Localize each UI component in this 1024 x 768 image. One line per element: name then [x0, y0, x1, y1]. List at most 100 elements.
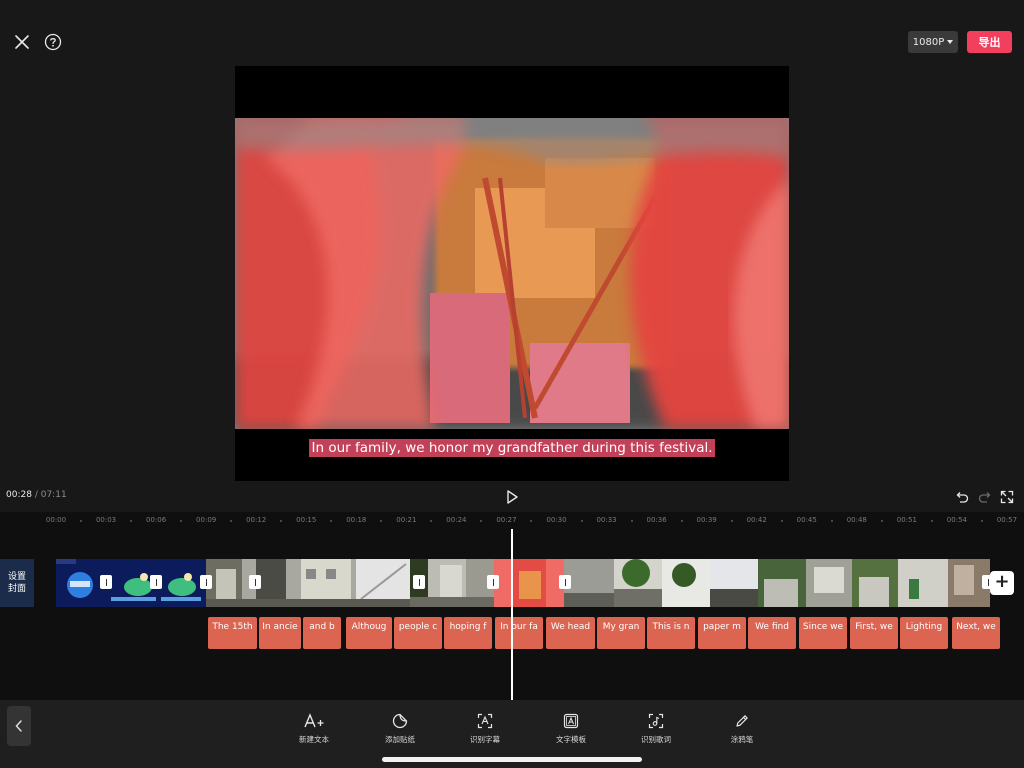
video-clip-bag[interactable] — [494, 559, 564, 607]
subtitle-text: In our family, we honor my grandfather d… — [309, 439, 715, 457]
ruler-tick-label: 00:00 — [45, 516, 67, 524]
ruler-tick-label: 00:09 — [196, 516, 217, 524]
subtitle-clip[interactable]: First, we — [850, 617, 898, 649]
redo-icon — [978, 492, 991, 503]
home-indicator — [382, 757, 642, 762]
ruler-tick-dot — [580, 520, 583, 522]
subtitle-clip[interactable]: This is n — [647, 617, 695, 649]
tool-label: 识别歌词 — [641, 735, 671, 744]
subtitle-clip[interactable]: Lighting — [900, 617, 948, 649]
ruler-tick-label: 00:42 — [746, 516, 767, 524]
play-button[interactable] — [503, 488, 521, 506]
timeline[interactable]: 00:00 00:03 00:06 00:09 00:12 00:15 00:18 00:21… — [0, 512, 1024, 700]
subtitle-overlay[interactable]: In our family, we honor my grandfather d… — [235, 437, 789, 457]
ruler-tick-label: 00:12 — [246, 516, 267, 524]
tool-recognize-subtitles[interactable]: 识别字幕 — [455, 712, 515, 746]
help-icon — [44, 33, 62, 51]
set-cover-button[interactable]: 设置 封面 — [0, 559, 34, 607]
resolution-dropdown[interactable]: 1080P — [908, 31, 958, 53]
time-display: 00:28 / 07:11 — [6, 490, 67, 500]
preview-frame-image — [235, 118, 789, 429]
subtitle-clip[interactable]: In ancie — [259, 617, 301, 649]
ruler-tick-label: 00:15 — [296, 516, 317, 524]
current-time: 00:28 — [6, 490, 32, 500]
subtitle-clip[interactable]: Since we — [799, 617, 847, 649]
ruler-tick-dot — [980, 520, 983, 522]
subtitle-clip-text: In our fa — [500, 622, 538, 632]
ruler-tick-dot — [430, 520, 433, 522]
video-clip-courtyard[interactable] — [564, 559, 990, 607]
tool-add-text[interactable]: 新建文本 — [284, 712, 344, 746]
subtitle-clip[interactable]: We head — [546, 617, 595, 649]
transition-marker[interactable] — [150, 575, 162, 589]
chevron-down-icon — [947, 40, 954, 44]
subtitle-clip-text: My gran — [602, 622, 640, 632]
transition-marker[interactable] — [487, 575, 499, 589]
subtitle-clip-text: Since we — [802, 622, 844, 632]
fullscreen-button[interactable] — [999, 489, 1015, 505]
subtitle-clip-text: hoping f — [449, 622, 487, 632]
tool-recognize-lyrics[interactable]: 识别歌词 — [626, 712, 686, 746]
subtitle-clip-text: The 15th — [212, 622, 253, 632]
subtitle-clip[interactable]: Althoug — [346, 617, 392, 649]
subtitle-clip-text: Next, we — [956, 622, 996, 632]
ruler-tick-label: 00:33 — [596, 516, 617, 524]
ruler-tick-dot — [330, 520, 333, 522]
ruler-tick-dot — [480, 520, 483, 522]
subtitle-clip-text: We head — [550, 622, 591, 632]
transition-marker[interactable] — [413, 575, 425, 589]
transition-marker[interactable] — [249, 575, 261, 589]
subtitle-clip[interactable]: We find — [748, 617, 796, 649]
video-preview[interactable]: In our family, we honor my grandfather d… — [235, 66, 789, 481]
transition-marker[interactable] — [100, 575, 112, 589]
tool-label: 文字模板 — [556, 735, 586, 744]
subtitle-clip[interactable]: hoping f — [444, 617, 492, 649]
subtitle-clip[interactable]: people c — [394, 617, 442, 649]
subtitle-clip-text: First, we — [855, 622, 893, 632]
editor-screen: 1080P 导出 In our family, we honor my gran… — [0, 0, 1024, 768]
subtitle-clip-text: This is n — [652, 622, 690, 632]
ruler-tick-label: 00:36 — [646, 516, 667, 524]
tool-add-sticker[interactable]: 添加贴纸 — [370, 712, 430, 746]
ruler-tick-label: 00:45 — [796, 516, 817, 524]
subtitle-clip-text: Althoug — [351, 622, 387, 632]
close-button[interactable] — [10, 30, 34, 54]
ruler-tick-dot — [80, 520, 83, 522]
add-clip-button[interactable]: + — [990, 571, 1014, 595]
subtitle-clip-text: Lighting — [905, 622, 943, 632]
tool-text-template[interactable]: 文字模板 — [541, 712, 601, 746]
close-icon — [15, 35, 29, 49]
undo-button[interactable] — [954, 489, 970, 505]
redo-button[interactable] — [977, 489, 993, 505]
transition-marker[interactable] — [200, 575, 212, 589]
ruler-tick-label: 00:06 — [146, 516, 167, 524]
back-button[interactable] — [7, 706, 31, 746]
video-clip-street[interactable] — [206, 559, 410, 607]
ruler-tick-dot — [730, 520, 733, 522]
ruler-tick-dot — [880, 520, 883, 522]
transition-marker[interactable] — [559, 575, 571, 589]
ruler-tick-dot — [130, 520, 133, 522]
subtitle-clip[interactable]: Next, we — [952, 617, 1000, 649]
add-text-icon — [284, 712, 344, 730]
ruler-tick-dot — [630, 520, 633, 522]
video-clip-intro[interactable] — [56, 559, 206, 607]
ruler-tick-label: 00:57 — [996, 516, 1018, 524]
ruler-tick-dot — [680, 520, 683, 522]
ruler-tick-label: 00:18 — [346, 516, 367, 524]
ruler-tick-label: 00:24 — [446, 516, 467, 524]
recognize-subtitle-icon — [455, 712, 515, 730]
text-template-icon — [541, 712, 601, 730]
subtitle-clip-text: We find — [755, 622, 789, 632]
ruler-tick-label: 00:51 — [896, 516, 917, 524]
export-button[interactable]: 导出 — [967, 31, 1012, 53]
ruler-tick-dot — [830, 520, 833, 522]
subtitle-clip[interactable]: and b — [303, 617, 341, 649]
playhead[interactable] — [511, 529, 513, 700]
subtitle-clip[interactable]: The 15th — [208, 617, 257, 649]
subtitle-clip[interactable]: My gran — [597, 617, 645, 649]
subtitle-clip[interactable]: paper m — [698, 617, 746, 649]
tool-brush[interactable]: 涂鸦笔 — [712, 712, 772, 746]
subtitle-clip[interactable]: In our fa — [495, 617, 543, 649]
help-button[interactable] — [42, 31, 64, 53]
